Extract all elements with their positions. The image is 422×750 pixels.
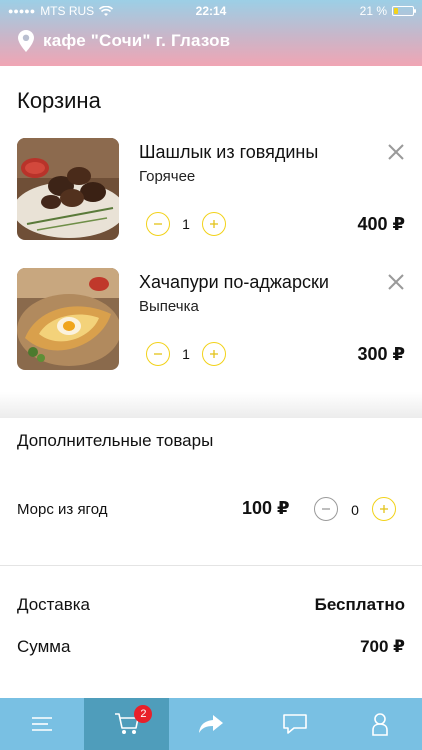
battery-indicator: 21 %: [359, 4, 416, 18]
extra-item-name: Морс из ягод: [17, 501, 108, 518]
cart-item: Шашлык из говядины Горячее 1 400 ₽: [0, 138, 422, 248]
minus-icon: [322, 508, 330, 510]
minus-icon: [154, 353, 162, 355]
menu-icon: [32, 717, 53, 731]
user-icon: [371, 713, 388, 736]
divider: [0, 565, 422, 566]
tab-cart[interactable]: 2: [84, 698, 169, 750]
decrease-quantity-button[interactable]: [146, 342, 170, 366]
total-value: 700 ₽: [360, 637, 405, 656]
shashlik-photo: [17, 138, 119, 240]
cart-badge: 2: [134, 705, 153, 723]
delivery-label: Доставка: [17, 595, 91, 614]
remove-item-button[interactable]: [386, 142, 406, 162]
extra-item: Морс из ягод 100 ₽ 0: [0, 495, 422, 525]
tab-menu[interactable]: [0, 698, 84, 750]
chat-icon: [283, 714, 308, 734]
decrease-extra-button[interactable]: [314, 497, 338, 521]
tab-share[interactable]: [169, 698, 253, 750]
increase-quantity-button[interactable]: [202, 342, 226, 366]
plus-icon: [210, 220, 218, 228]
total-label: Сумма: [17, 637, 71, 656]
increase-quantity-button[interactable]: [202, 212, 226, 236]
restaurant-selector[interactable]: кафе "Сочи" г. Глазов: [18, 30, 230, 52]
delivery-value: Бесплатно: [314, 595, 405, 614]
item-name: Хачапури по-аджарски: [139, 272, 329, 292]
page-title: Корзина: [17, 88, 101, 113]
extra-item-quantity: 0: [351, 502, 359, 518]
minus-icon: [154, 223, 162, 225]
item-name: Шашлык из говядины: [139, 142, 319, 162]
battery-percent: 21 %: [359, 4, 387, 18]
cart-item: Хачапури по-аджарски Выпечка 1 300 ₽: [0, 268, 422, 378]
increase-extra-button[interactable]: [372, 497, 396, 521]
item-quantity: 1: [182, 216, 190, 232]
battery-icon: [392, 6, 416, 16]
decrease-quantity-button[interactable]: [146, 212, 170, 236]
location-pin-icon: [18, 30, 34, 52]
item-price: 400 ₽: [357, 214, 405, 234]
item-price: 300 ₽: [357, 344, 405, 364]
remove-item-button[interactable]: [386, 272, 406, 292]
close-icon: [388, 274, 404, 290]
plus-icon: [380, 505, 388, 513]
plus-icon: [210, 350, 218, 358]
item-quantity: 1: [182, 346, 190, 362]
close-icon: [388, 144, 404, 160]
item-category: Горячее: [139, 168, 196, 185]
extra-item-price: 100 ₽: [242, 498, 290, 518]
item-category: Выпечка: [139, 298, 199, 315]
tab-profile[interactable]: [338, 698, 422, 750]
restaurant-title: кафе "Сочи" г. Глазов: [43, 31, 231, 50]
bottom-tab-bar: 2: [0, 698, 422, 750]
khachapuri-photo: [17, 268, 119, 370]
tab-chat[interactable]: [253, 698, 337, 750]
section-separator: [0, 392, 422, 418]
share-arrow-icon: [198, 715, 223, 733]
app-header: ●●●●● MTS RUS 22:14 21 % кафе "Сочи" г. …: [0, 0, 422, 66]
status-bar: ●●●●● MTS RUS 22:14 21 %: [0, 0, 422, 22]
extras-title: Дополнительные товары: [17, 431, 214, 450]
